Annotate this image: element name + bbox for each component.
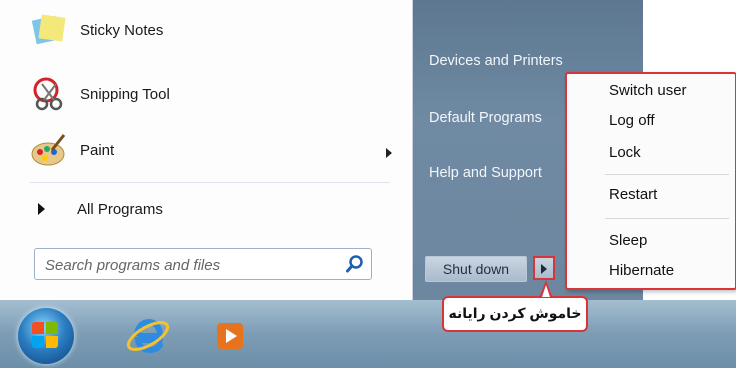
menu-item-sleep[interactable]: Sleep bbox=[609, 232, 647, 249]
shutdown-submenu: Switch user Log off Lock Restart Sleep H… bbox=[565, 72, 736, 290]
divider bbox=[30, 182, 390, 183]
all-programs-button[interactable]: All Programs bbox=[38, 192, 163, 226]
sticky-notes-icon bbox=[30, 12, 68, 48]
program-label: Paint bbox=[80, 141, 115, 159]
search-box[interactable] bbox=[34, 248, 372, 280]
submenu-arrow-icon[interactable] bbox=[386, 148, 392, 158]
menu-item-hibernate[interactable]: Hibernate bbox=[609, 262, 674, 279]
media-player-icon[interactable] bbox=[216, 322, 244, 350]
all-programs-label: All Programs bbox=[77, 200, 163, 218]
menu-item-lock[interactable]: Lock bbox=[609, 144, 641, 161]
start-orb-icon[interactable] bbox=[18, 308, 74, 364]
snipping-tool-icon bbox=[30, 76, 68, 112]
expand-arrow-icon bbox=[38, 203, 45, 215]
program-paint[interactable]: Paint bbox=[30, 130, 114, 170]
program-snipping-tool[interactable]: Snipping Tool bbox=[30, 74, 170, 114]
search-icon[interactable] bbox=[345, 254, 365, 274]
paint-icon bbox=[30, 132, 68, 168]
help-and-support-link[interactable]: Help and Support bbox=[429, 165, 542, 181]
menu-divider bbox=[605, 174, 729, 175]
menu-item-switch-user[interactable]: Switch user bbox=[609, 82, 687, 99]
screen: Sticky Notes Snipping Tool Paint All Pro… bbox=[0, 0, 736, 368]
start-menu-programs-pane: Sticky Notes Snipping Tool Paint All Pro… bbox=[0, 0, 413, 300]
program-label: Sticky Notes bbox=[80, 21, 164, 39]
taskbar bbox=[0, 300, 736, 368]
program-sticky-notes[interactable]: Sticky Notes bbox=[30, 10, 163, 50]
callout-pointer-fill bbox=[542, 285, 550, 297]
menu-divider bbox=[605, 218, 729, 219]
menu-item-log-off[interactable]: Log off bbox=[609, 112, 655, 129]
shutdown-options-button[interactable] bbox=[533, 256, 555, 280]
devices-and-printers-link[interactable]: Devices and Printers bbox=[429, 53, 563, 69]
search-input[interactable] bbox=[43, 253, 337, 277]
annotation-callout: خاموش کردن رایانه bbox=[442, 296, 588, 332]
program-label: Snipping Tool bbox=[80, 85, 170, 103]
default-programs-link[interactable]: Default Programs bbox=[429, 110, 542, 126]
shut-down-button[interactable]: Shut down bbox=[425, 256, 527, 282]
menu-item-restart[interactable]: Restart bbox=[609, 186, 657, 203]
internet-explorer-icon[interactable] bbox=[122, 310, 172, 360]
chevron-right-icon bbox=[541, 264, 547, 274]
